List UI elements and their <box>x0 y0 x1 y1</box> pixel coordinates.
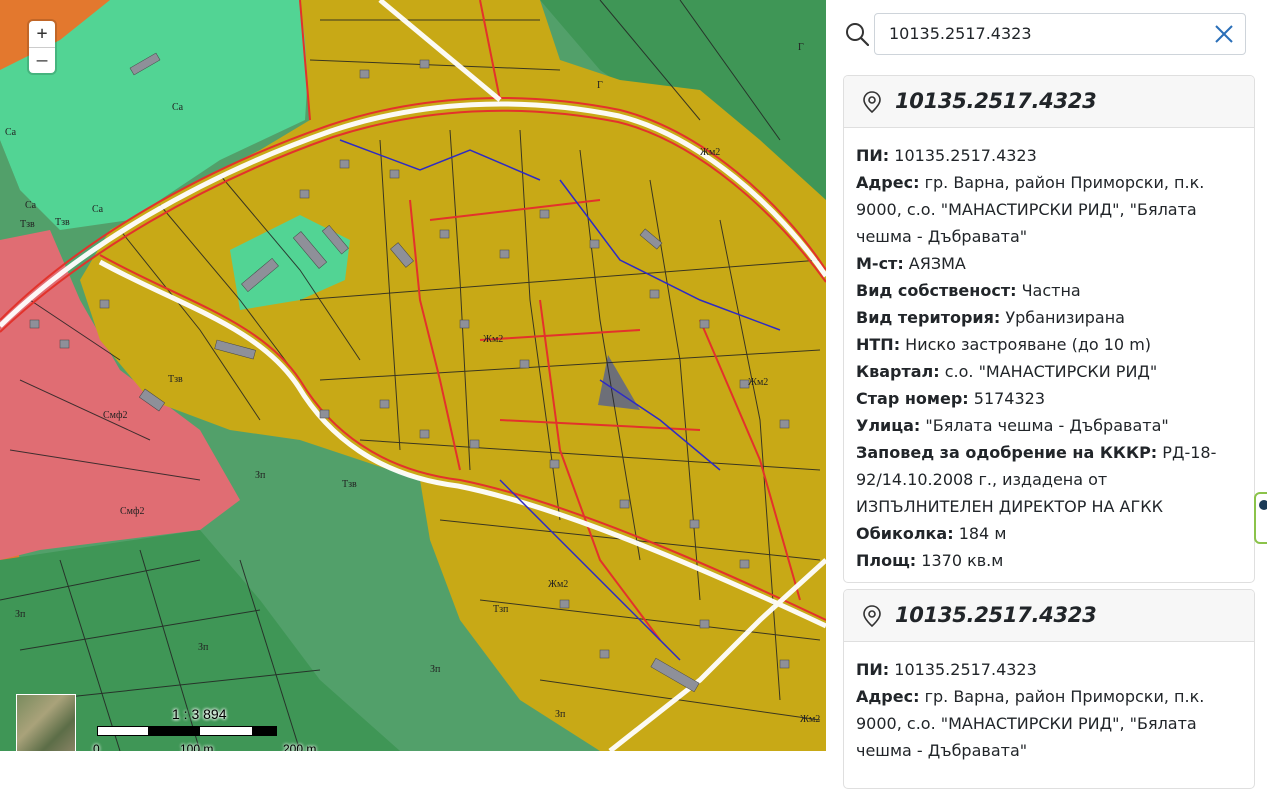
map-pin-icon <box>863 605 881 627</box>
detail-row: Адрес: гр. Варна, район Приморски, п.к. … <box>856 683 1242 764</box>
detail-label: Вид територия: <box>856 308 1001 327</box>
zone-label: Са <box>5 127 17 138</box>
detail-row: Заповед за одобрение на КККР: РД-18-92/1… <box>856 439 1242 520</box>
detail-value: АЯЗМА <box>903 254 966 273</box>
parcel-card: 10135.2517.4323 ПИ: 10135.2517.4323 Адрес… <box>843 75 1255 583</box>
detail-label: Квартал: <box>856 362 940 381</box>
zone-label: Тзп <box>493 604 509 615</box>
scale-bar <box>97 726 277 736</box>
detail-value: 10135.2517.4323 <box>889 660 1037 679</box>
detail-label: Обиколка: <box>856 524 954 543</box>
zoom-out-button[interactable]: – <box>29 47 55 73</box>
detail-value: Частна <box>1016 281 1081 300</box>
zone-label: Смф2 <box>103 410 127 421</box>
parcel-card-header[interactable]: 10135.2517.4323 <box>844 590 1254 642</box>
map-pin-icon <box>863 91 881 113</box>
zone-label: Тзв <box>342 479 357 490</box>
detail-label: Адрес: <box>856 687 920 706</box>
detail-value: Урбанизирана <box>1000 308 1125 327</box>
detail-value: 5174323 <box>968 389 1046 408</box>
zone-label: Зп <box>15 609 26 620</box>
zone-label: Тзв <box>20 219 35 230</box>
parcel-details: ПИ: 10135.2517.4323 Адрес: гр. Варна, рай… <box>844 642 1254 764</box>
zone-label: Жм2 <box>748 377 768 388</box>
scale-tick-200: 200 m <box>283 742 317 751</box>
scale-tick-100: 100 m <box>180 742 214 751</box>
parcel-card: 10135.2517.4323 ПИ: 10135.2517.4323 Адрес… <box>843 589 1255 789</box>
side-widget-tab[interactable] <box>1254 492 1267 544</box>
detail-row: Вид собственост: Частна <box>856 277 1242 304</box>
detail-value: Ниско застрояване (до 10 m) <box>900 335 1152 354</box>
detail-value: 184 м <box>953 524 1007 543</box>
detail-label: НТП: <box>856 335 901 354</box>
detail-row: Адрес: гр. Варна, район Приморски, п.к. … <box>856 169 1242 250</box>
parcel-title: 10135.2517.4323 <box>895 89 1097 113</box>
detail-row: Обиколка: 184 м <box>856 520 1242 547</box>
search-icon <box>846 23 869 46</box>
search-input[interactable] <box>889 24 1189 43</box>
parcel-title: 10135.2517.4323 <box>895 603 1097 627</box>
detail-label: Площ: <box>856 551 917 570</box>
detail-row: Квартал: с.о. "МАНАСТИРСКИ РИД" <box>856 358 1242 385</box>
zone-label: Жм2 <box>548 579 568 590</box>
detail-row: ПИ: 10135.2517.4323 <box>856 656 1242 683</box>
zone-label: Тзв <box>55 217 70 228</box>
close-icon[interactable] <box>1213 23 1235 45</box>
zone-label: Са <box>172 102 184 113</box>
zoom-control: + – <box>29 21 55 73</box>
detail-value: с.о. "МАНАСТИРСКИ РИД" <box>939 362 1158 381</box>
detail-label: ПИ: <box>856 660 890 679</box>
detail-row: Площ: 1370 кв.м <box>856 547 1242 574</box>
detail-label: Улица: <box>856 416 921 435</box>
detail-row: Улица: "Бялата чешма - Дъбравата" <box>856 412 1242 439</box>
zone-label: Жм2 <box>483 334 503 345</box>
zone-label: Зп <box>198 642 209 653</box>
detail-row: Вид територия: Урбанизирана <box>856 304 1242 331</box>
zone-label: Смф2 <box>120 506 144 517</box>
detail-label: Стар номер: <box>856 389 969 408</box>
detail-row: М-ст: АЯЗМА <box>856 250 1242 277</box>
map-canvas[interactable]: Са Са Са Са Тзв Тзв Тзв Тзв Жм2 Жм2 Жм2 Жм2 Жм2 Смф2 С… <box>0 0 826 751</box>
search-field[interactable] <box>874 13 1246 55</box>
detail-value: 1370 кв.м <box>916 551 1004 570</box>
widget-icon <box>1259 500 1267 510</box>
zoom-in-button[interactable]: + <box>29 21 55 47</box>
detail-label: ПИ: <box>856 146 890 165</box>
zone-label: Зп <box>430 664 441 675</box>
zone-label: Тзв <box>168 374 183 385</box>
zone-label: Са <box>25 200 37 211</box>
parcel-details: ПИ: 10135.2517.4323 Адрес: гр. Варна, рай… <box>844 128 1254 574</box>
detail-label: Адрес: <box>856 173 920 192</box>
zone-label: Жм2 <box>800 714 820 725</box>
detail-row: Стар номер: 5174323 <box>856 385 1242 412</box>
scale-tick-0: 0 <box>93 742 100 751</box>
detail-label: Вид собственост: <box>856 281 1017 300</box>
detail-value: "Бялата чешма - Дъбравата" <box>920 416 1169 435</box>
zone-label: Зп <box>555 709 566 720</box>
detail-label: Заповед за одобрение на КККР: <box>856 443 1158 462</box>
map-layer[interactable]: Са Са Са Са Тзв Тзв Тзв Тзв Жм2 Жм2 Жм2 Жм2 Жм2 Смф2 С… <box>0 0 826 751</box>
basemap-switcher-thumbnail[interactable] <box>16 694 76 751</box>
detail-row: НТП: Ниско застрояване (до 10 m) <box>856 331 1242 358</box>
zone-label: Г <box>798 42 804 53</box>
scale-ratio: 1 : 3 894 <box>172 706 227 722</box>
zone-label: Зп <box>255 470 266 481</box>
zone-label: Г <box>597 80 603 91</box>
detail-row: ПИ: 10135.2517.4323 <box>856 142 1242 169</box>
zone-label: Са <box>92 204 104 215</box>
detail-value: 10135.2517.4323 <box>889 146 1037 165</box>
detail-label: М-ст: <box>856 254 904 273</box>
zone-label: Жм2 <box>700 147 720 158</box>
parcel-card-header[interactable]: 10135.2517.4323 <box>844 76 1254 128</box>
